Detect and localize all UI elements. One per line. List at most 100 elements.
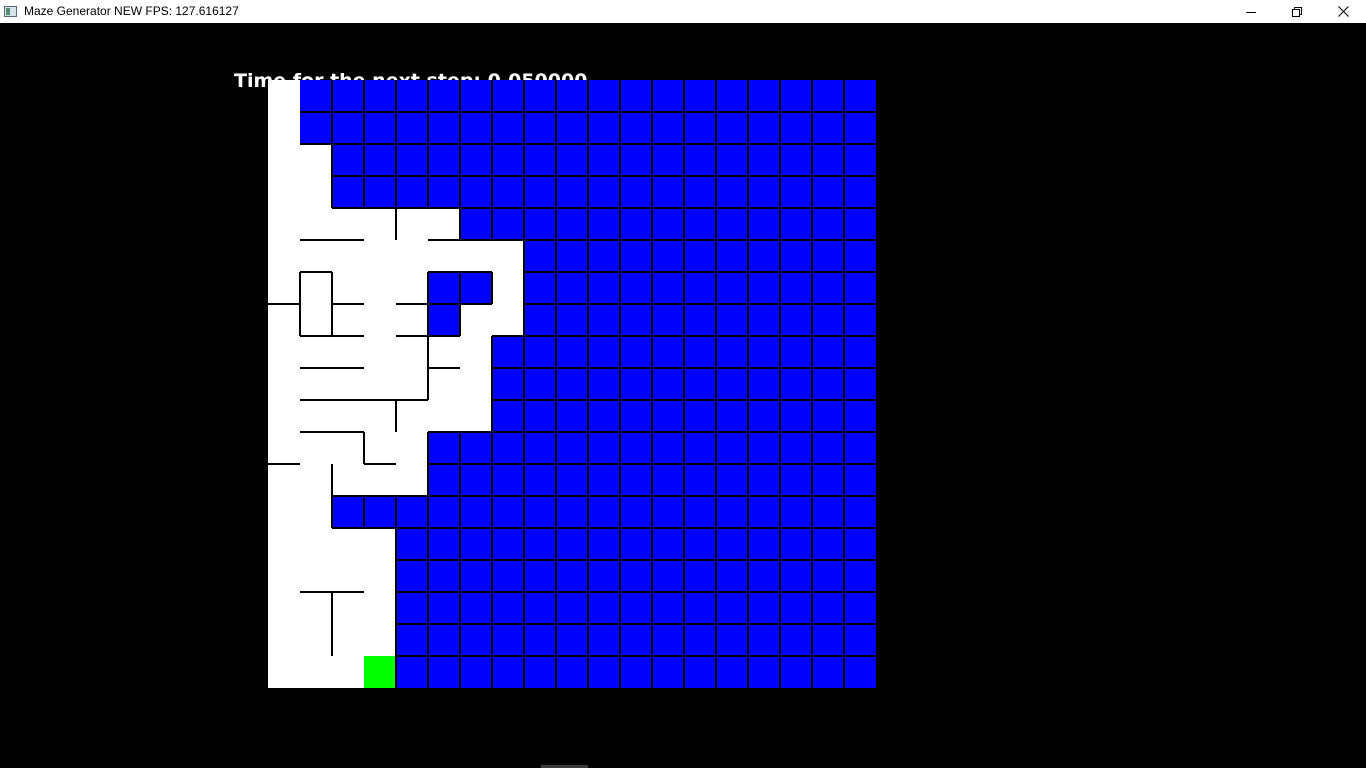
unvisited-cell [716,240,748,272]
unvisited-cell [716,336,748,368]
unvisited-cell [684,656,716,688]
unvisited-cell [588,400,620,432]
visited-cell [332,464,364,496]
unvisited-cell [812,368,844,400]
unvisited-cell [652,496,684,528]
unvisited-cell [620,272,652,304]
unvisited-cell [812,240,844,272]
unvisited-cell [588,464,620,496]
visited-cell [428,400,460,432]
unvisited-cell [588,656,620,688]
close-icon [1337,6,1349,17]
close-button[interactable] [1320,0,1366,23]
app-window-icon [4,6,17,17]
unvisited-cell [524,496,556,528]
unvisited-cell [716,144,748,176]
unvisited-cell [588,208,620,240]
unvisited-cell [684,240,716,272]
unvisited-cell [492,656,524,688]
unvisited-cell [780,528,812,560]
unvisited-cell [556,432,588,464]
unvisited-cell [844,432,876,464]
unvisited-cell [780,144,812,176]
unvisited-cell [492,432,524,464]
unvisited-cell [716,432,748,464]
unvisited-cell [684,624,716,656]
unvisited-cell [524,528,556,560]
visited-cell [332,272,364,304]
visited-cell [396,240,428,272]
unvisited-cell [428,176,460,208]
visited-cell [300,464,332,496]
unvisited-cell [588,240,620,272]
unvisited-cell [652,336,684,368]
unvisited-cell [684,112,716,144]
visited-cell [300,432,332,464]
restore-button[interactable] [1274,0,1320,23]
unvisited-cell [620,464,652,496]
unvisited-cell [780,400,812,432]
unvisited-cell [652,560,684,592]
unvisited-cell [748,432,780,464]
unvisited-cell [524,336,556,368]
visited-cell [268,144,300,176]
unvisited-cell [492,528,524,560]
visited-cell [300,624,332,656]
unvisited-cell [556,624,588,656]
unvisited-cell [492,208,524,240]
unvisited-cell [748,656,780,688]
visited-cell [364,240,396,272]
unvisited-cell [588,336,620,368]
unvisited-cell [620,624,652,656]
unvisited-cell [428,656,460,688]
unvisited-cell [524,208,556,240]
visited-cell [268,208,300,240]
unvisited-cell [684,176,716,208]
unvisited-cell [492,336,524,368]
unvisited-cell [588,560,620,592]
unvisited-cell [396,144,428,176]
unvisited-cell [716,496,748,528]
unvisited-cell [620,592,652,624]
unvisited-cell [652,624,684,656]
unvisited-cell [556,208,588,240]
unvisited-cell [748,528,780,560]
visited-cell [396,432,428,464]
unvisited-cell [460,592,492,624]
visited-cell [364,272,396,304]
unvisited-cell [460,176,492,208]
unvisited-cell [620,432,652,464]
visited-cell [300,528,332,560]
visited-cell [332,368,364,400]
visited-cell [364,336,396,368]
unvisited-cell [780,272,812,304]
title-bar: Maze Generator NEW FPS: 127.616127 [0,0,1366,23]
minimize-button[interactable] [1228,0,1274,23]
unvisited-cell [396,592,428,624]
visited-cell [460,400,492,432]
game-viewport[interactable]: Time for the next step: 0.050000 [0,23,1366,768]
visited-cell [396,208,428,240]
unvisited-cell [396,112,428,144]
unvisited-cell [396,176,428,208]
visited-cell [268,112,300,144]
unvisited-cell [716,624,748,656]
visited-cell [332,336,364,368]
unvisited-cell [780,304,812,336]
unvisited-cell [716,272,748,304]
unvisited-cell [844,176,876,208]
unvisited-cell [780,432,812,464]
unvisited-cell [780,464,812,496]
unvisited-cell [428,304,460,336]
unvisited-cell [716,528,748,560]
unvisited-cell [716,560,748,592]
unvisited-cell [684,592,716,624]
unvisited-cell [364,112,396,144]
unvisited-cell [716,400,748,432]
unvisited-cell [460,80,492,112]
visited-cell [396,368,428,400]
unvisited-cell [428,624,460,656]
unvisited-cell [556,656,588,688]
visited-cell [492,304,524,336]
unvisited-cell [620,336,652,368]
